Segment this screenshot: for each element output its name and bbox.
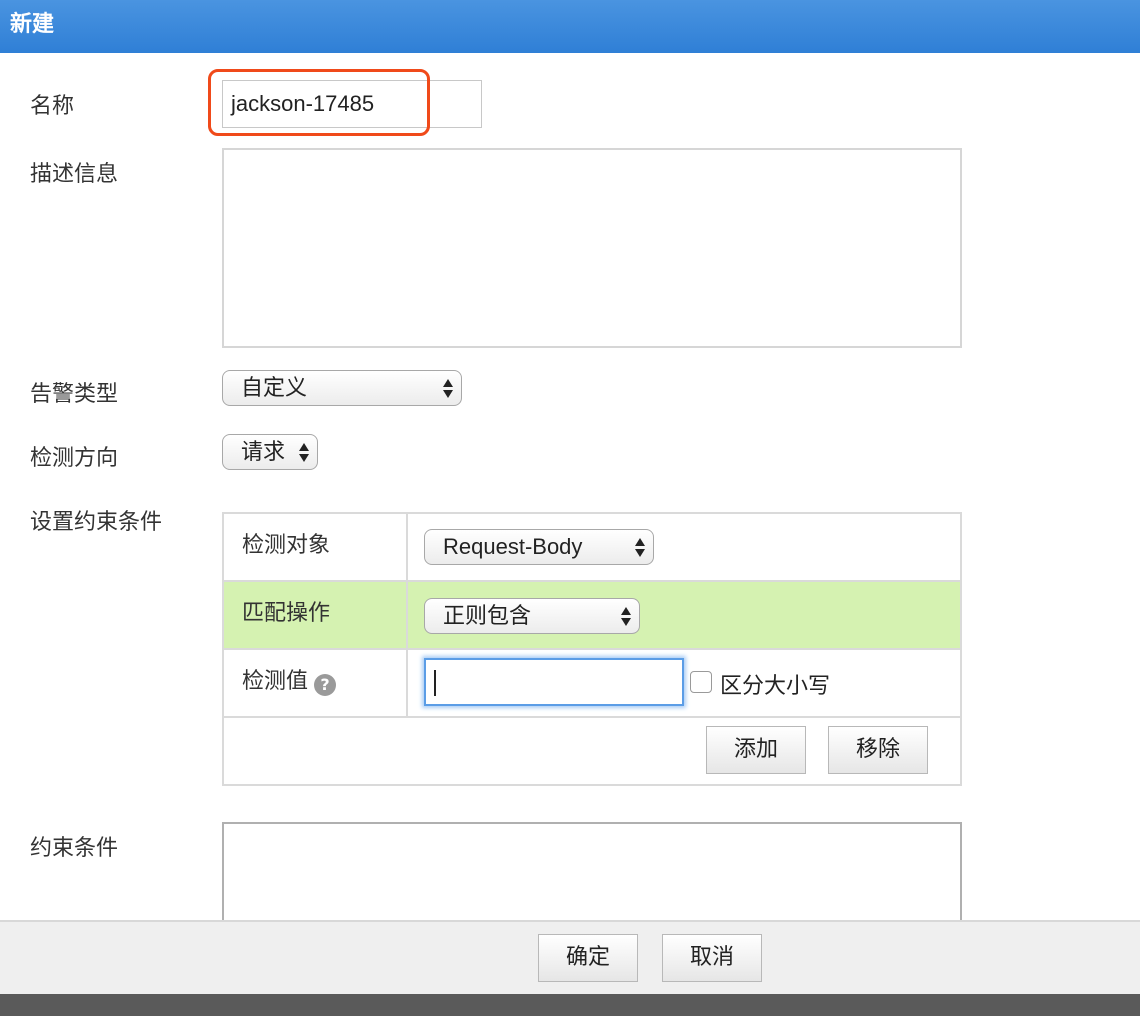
confirm-button[interactable]: 确定 [538, 934, 638, 982]
help-icon[interactable]: ? [314, 674, 337, 696]
text-caret [434, 670, 436, 696]
constraints-setup-label: 设置约束条件 [30, 510, 163, 535]
description-label: 描述信息 [30, 162, 119, 187]
match-select[interactable]: 正则包含 [424, 598, 640, 634]
name-input-value: jackson-17485 [231, 91, 375, 116]
name-input[interactable]: jackson-17485 [222, 80, 482, 128]
updown-arrows-icon [621, 606, 631, 628]
constraints-textarea[interactable] [222, 822, 962, 932]
case-sensitive-checkbox[interactable] [690, 671, 712, 693]
bottom-bar [0, 994, 1140, 1016]
add-button[interactable]: 添加 [706, 726, 806, 774]
constraints-label: 约束条件 [30, 836, 119, 861]
value-label: 检测值 [242, 669, 309, 694]
description-textarea[interactable] [222, 148, 962, 348]
cancel-button[interactable]: 取消 [662, 934, 762, 982]
direction-label: 检测方向 [30, 446, 119, 471]
object-select[interactable]: Request-Body [424, 529, 654, 565]
object-label: 检测对象 [224, 514, 408, 580]
alert-type-select[interactable]: 自定义 [222, 370, 462, 406]
detect-value-input[interactable] [424, 658, 684, 706]
name-label: 名称 [30, 94, 75, 119]
dialog-footer: 确定 取消 [0, 920, 1140, 994]
remove-button[interactable]: 移除 [828, 726, 928, 774]
value-label-cell: 检测值? [224, 650, 408, 716]
updown-arrows-icon [299, 442, 309, 464]
direction-select[interactable]: 请求 [222, 434, 318, 470]
updown-arrows-icon [443, 378, 453, 400]
object-value: Request-Body [443, 534, 583, 559]
alert-type-label: 告警类型 [30, 382, 119, 407]
match-value: 正则包含 [443, 603, 532, 628]
dialog-title: 新建 [0, 0, 1140, 53]
updown-arrows-icon [635, 537, 645, 559]
direction-value: 请求 [241, 439, 286, 464]
match-label: 匹配操作 [224, 582, 408, 648]
case-sensitive-label[interactable]: 区分大小写 [720, 668, 830, 700]
alert-type-value: 自定义 [241, 375, 308, 400]
